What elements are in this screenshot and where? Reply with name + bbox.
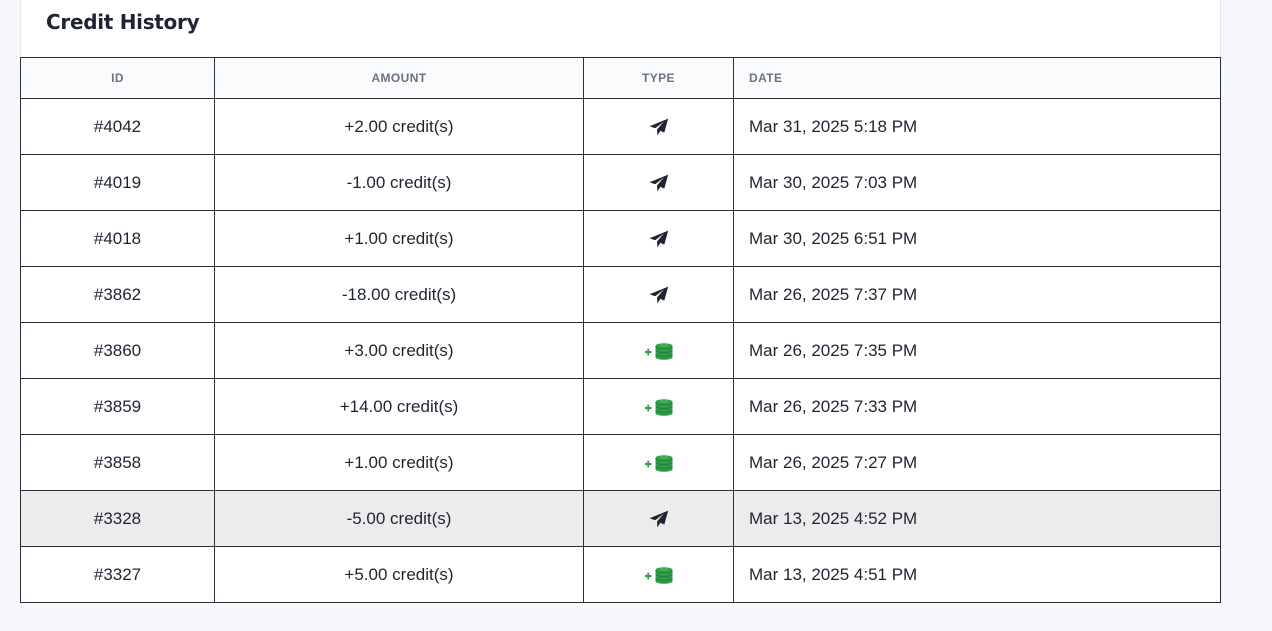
paper-plane-icon [649, 230, 669, 248]
cell-amount: +5.00 credit(s) [214, 546, 584, 603]
cell-id: #3858 [20, 434, 215, 491]
table-row-3859: #3859 +14.00 credit(s) Mar 26, 2025 7:33… [20, 378, 1221, 435]
paper-plane-icon [649, 118, 669, 136]
cell-type [583, 378, 734, 435]
header-row: ID AMOUNT TYPE DATE [20, 57, 1221, 99]
table-row-4018: #4018 +1.00 credit(s) Mar 30, 2025 6:51 … [20, 210, 1221, 267]
cell-amount: +1.00 credit(s) [214, 210, 584, 267]
add-coins-icon [644, 341, 674, 361]
card-title: Credit History [46, 10, 200, 34]
cell-date: Mar 30, 2025 6:51 PM [733, 210, 1221, 267]
cell-date: Mar 13, 2025 4:52 PM [733, 490, 1221, 547]
cell-id: #3859 [20, 378, 215, 435]
cell-date: Mar 26, 2025 7:33 PM [733, 378, 1221, 435]
cell-amount: -5.00 credit(s) [214, 490, 584, 547]
cell-date: Mar 26, 2025 7:37 PM [733, 266, 1221, 323]
cell-id: #4042 [20, 98, 215, 155]
table-row-3858: #3858 +1.00 credit(s) Mar 26, 2025 7:27 … [20, 434, 1221, 491]
table-row-3862: #3862 -18.00 credit(s) Mar 26, 2025 7:37… [20, 266, 1221, 323]
cell-type [583, 98, 734, 155]
cell-id: #3328 [20, 490, 215, 547]
cell-id: #4018 [20, 210, 215, 267]
cell-date: Mar 31, 2025 5:18 PM [733, 98, 1221, 155]
table-header: ID AMOUNT TYPE DATE [20, 57, 1221, 99]
paper-plane-icon [649, 286, 669, 304]
paper-plane-icon [649, 174, 669, 192]
column-header-amount: AMOUNT [214, 57, 584, 99]
cell-type [583, 434, 734, 491]
add-coins-icon [644, 565, 674, 585]
add-coins-icon [644, 453, 674, 473]
credit-history-card: Credit History ID AMOUNT TYPE DATE #4042… [20, 0, 1221, 603]
cell-amount: +14.00 credit(s) [214, 378, 584, 435]
cell-date: Mar 30, 2025 7:03 PM [733, 154, 1221, 211]
table-row-3328: #3328 -5.00 credit(s) Mar 13, 2025 4:52 … [20, 490, 1221, 547]
cell-date: Mar 13, 2025 4:51 PM [733, 546, 1221, 603]
cell-type [583, 266, 734, 323]
cell-date: Mar 26, 2025 7:27 PM [733, 434, 1221, 491]
table-row-3327: #3327 +5.00 credit(s) Mar 13, 2025 4:51 … [20, 546, 1221, 603]
column-header-type: TYPE [583, 57, 734, 99]
card-header: Credit History [20, 0, 1221, 57]
cell-id: #3860 [20, 322, 215, 379]
cell-date: Mar 26, 2025 7:35 PM [733, 322, 1221, 379]
cell-type [583, 546, 734, 603]
table-row-4019: #4019 -1.00 credit(s) Mar 30, 2025 7:03 … [20, 154, 1221, 211]
table-body: #4042 +2.00 credit(s) Mar 31, 2025 5:18 … [20, 98, 1221, 603]
cell-type [583, 154, 734, 211]
column-header-date: DATE [733, 57, 1221, 99]
credit-history-table: ID AMOUNT TYPE DATE #4042 +2.00 credit(s… [20, 57, 1221, 603]
cell-type [583, 210, 734, 267]
cell-id: #3862 [20, 266, 215, 323]
add-coins-icon [644, 397, 674, 417]
cell-type [583, 322, 734, 379]
cell-id: #3327 [20, 546, 215, 603]
cell-id: #4019 [20, 154, 215, 211]
table-row-3860: #3860 +3.00 credit(s) Mar 26, 2025 7:35 … [20, 322, 1221, 379]
cell-amount: -1.00 credit(s) [214, 154, 584, 211]
column-header-id: ID [20, 57, 215, 99]
paper-plane-icon [649, 510, 669, 528]
table-row-4042: #4042 +2.00 credit(s) Mar 31, 2025 5:18 … [20, 98, 1221, 155]
cell-type [583, 490, 734, 547]
cell-amount: +1.00 credit(s) [214, 434, 584, 491]
cell-amount: +3.00 credit(s) [214, 322, 584, 379]
cell-amount: -18.00 credit(s) [214, 266, 584, 323]
cell-amount: +2.00 credit(s) [214, 98, 584, 155]
